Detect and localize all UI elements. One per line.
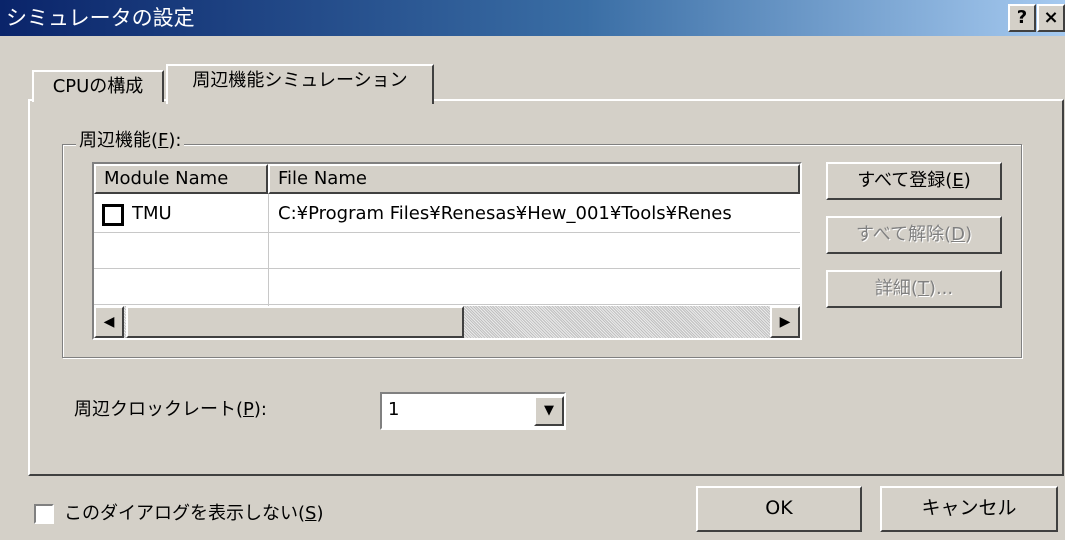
scroll-left-button[interactable]: ◀ — [94, 306, 124, 338]
row-divider — [94, 304, 800, 305]
dropdown-button[interactable]: ▼ — [534, 396, 564, 426]
column-header-module-name[interactable]: Module Name — [94, 164, 268, 194]
peripheral-group-label: 周辺機能(F): — [76, 128, 185, 154]
help-button[interactable]: ? — [1008, 4, 1036, 32]
register-all-button[interactable]: すべて登録(E) — [826, 162, 1002, 200]
arrow-right-icon: ▶ — [779, 314, 791, 330]
module-checkbox[interactable] — [102, 204, 124, 226]
clock-rate-label: 周辺クロックレート(P): — [74, 399, 267, 420]
arrow-left-icon: ◀ — [103, 314, 115, 330]
chevron-down-icon: ▼ — [544, 403, 554, 418]
details-button[interactable]: 詳細(T)... — [826, 270, 1002, 308]
tab-peripheral-simulation-label: 周辺機能シミュレーション — [192, 70, 408, 91]
row-divider — [94, 232, 800, 233]
cancel-button[interactable]: キャンセル — [880, 486, 1058, 532]
tab-peripheral-simulation[interactable]: 周辺機能シミュレーション — [166, 64, 434, 104]
tab-cpu-config[interactable]: CPUの構成 — [32, 70, 164, 102]
dont-show-label[interactable]: このダイアログを表示しない(S) — [64, 502, 324, 526]
module-name-cell[interactable]: TMU — [132, 202, 262, 226]
clock-rate-value: 1 — [388, 399, 400, 420]
help-icon: ? — [1016, 7, 1028, 28]
dont-show-checkbox[interactable] — [34, 504, 54, 524]
close-button[interactable]: × — [1037, 4, 1065, 32]
close-icon: × — [1043, 7, 1059, 28]
file-name-cell[interactable]: C:¥Program Files¥Renesas¥Hew_001¥Tools¥R… — [278, 202, 798, 226]
column-divider — [268, 194, 269, 306]
scrollbar-thumb[interactable] — [126, 306, 464, 338]
tab-cpu-config-label: CPUの構成 — [52, 76, 144, 97]
column-header-file-name[interactable]: File Name — [268, 164, 800, 194]
window-title: シミュレータの設定 — [6, 6, 195, 30]
ok-button[interactable]: OK — [696, 486, 862, 532]
scroll-right-button[interactable]: ▶ — [770, 306, 800, 338]
unregister-all-button[interactable]: すべて解除(D) — [826, 216, 1002, 254]
row-divider — [94, 268, 800, 269]
